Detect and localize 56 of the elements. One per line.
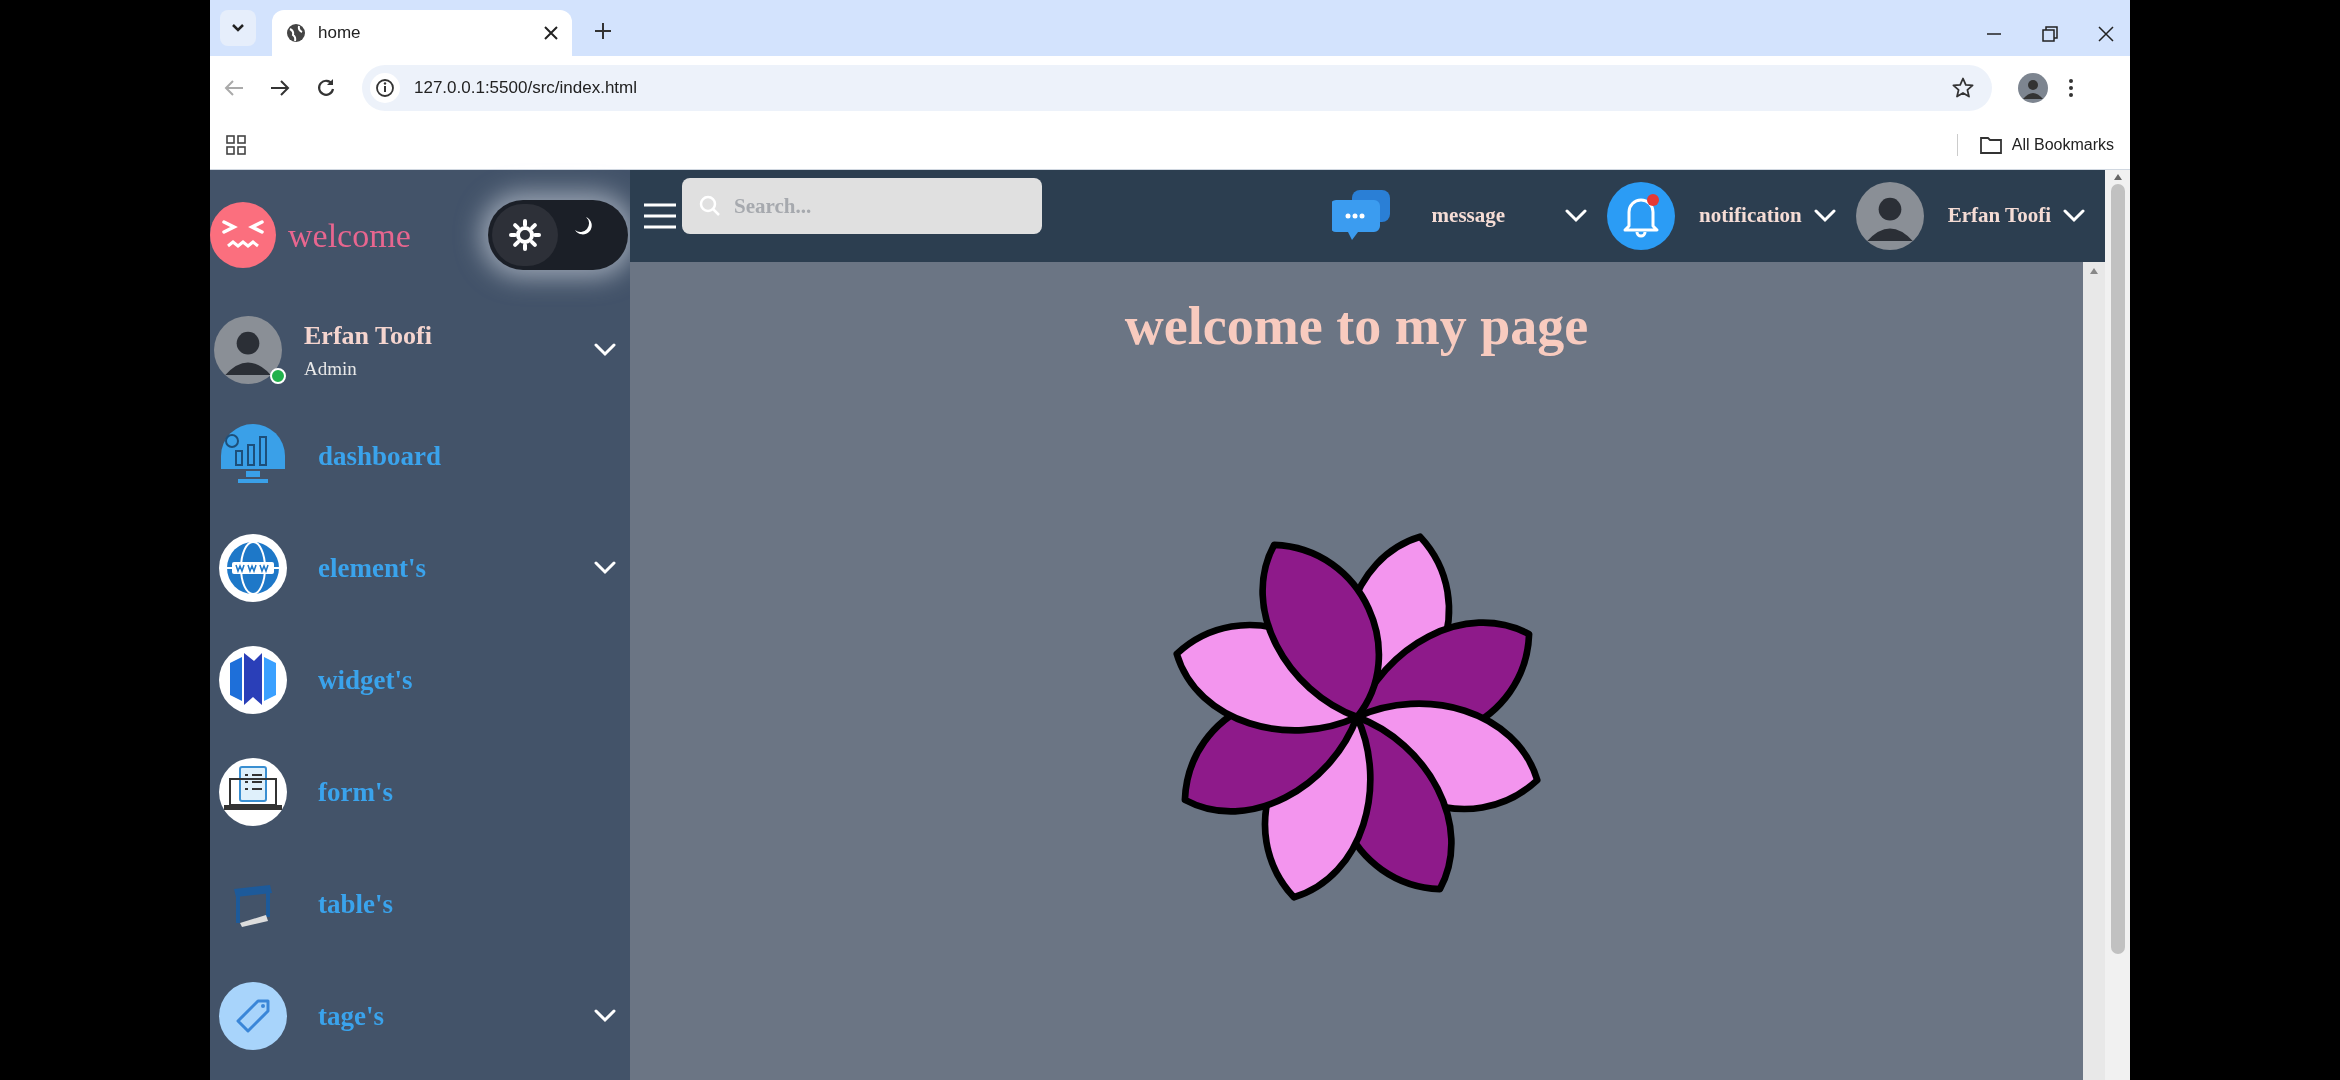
sidebar-item-label: widget's — [318, 663, 414, 697]
restore-icon[interactable] — [2042, 26, 2058, 42]
emoji-face-icon — [210, 202, 276, 268]
tab-title: home — [318, 22, 362, 45]
forward-icon[interactable] — [270, 79, 290, 97]
apps-grid-icon[interactable] — [226, 134, 246, 155]
user-role: Admin — [304, 357, 358, 382]
close-icon[interactable] — [544, 26, 558, 40]
moon-icon — [572, 215, 594, 237]
new-tab-icon[interactable] — [594, 22, 612, 40]
chevron-down-icon[interactable] — [594, 561, 616, 575]
scroll-up-icon[interactable] — [2090, 268, 2098, 274]
chevron-down-icon[interactable] — [1565, 209, 1588, 223]
chevron-down-icon — [231, 23, 245, 33]
header-menu-label[interactable]: message — [1431, 200, 1506, 232]
sidebar-item-label: table's — [318, 887, 394, 921]
tab-list-button[interactable] — [220, 10, 256, 46]
sun-icon — [507, 217, 543, 253]
checklist-laptop-icon — [218, 757, 288, 827]
chevron-down-icon[interactable] — [2063, 209, 2085, 223]
avatar-icon — [214, 316, 282, 384]
sidebar-item-label: element's — [318, 551, 427, 585]
chevron-down-icon[interactable] — [594, 343, 616, 357]
sidebar-item-label: dashboard — [318, 439, 443, 473]
user-name: Erfan Toofi — [304, 320, 433, 353]
scroll-up-icon[interactable] — [2113, 174, 2122, 180]
menu-icon[interactable] — [642, 202, 678, 230]
reload-icon[interactable] — [316, 78, 336, 98]
more-icon[interactable] — [2068, 78, 2074, 98]
close-icon[interactable] — [2098, 26, 2114, 42]
avatar-icon — [1855, 182, 1924, 250]
blocks-icon — [218, 645, 288, 715]
address-bar[interactable]: 127.0.0.1:5500/src/index.html — [362, 65, 1992, 111]
header-menu-label[interactable]: notification — [1699, 200, 1802, 232]
tag-icon — [218, 981, 288, 1051]
info-icon[interactable] — [370, 73, 400, 103]
header-menu-label[interactable]: Erfan Toofi — [1947, 200, 2051, 232]
url-text: 127.0.0.1:5500/src/index.html — [414, 77, 638, 100]
chevron-down-icon[interactable] — [1813, 209, 1836, 223]
folder-icon — [1979, 135, 2002, 154]
page-title: welcome to my page — [1124, 295, 1589, 358]
globe-icon — [218, 533, 288, 603]
chevron-down-icon[interactable] — [594, 1009, 616, 1023]
all-bookmarks-button[interactable]: All Bookmarks — [1979, 132, 2114, 157]
sidebar-item-label: tage's — [318, 999, 385, 1033]
sidebar-item-label: form's — [318, 775, 394, 809]
search-field[interactable]: Search... — [682, 178, 1042, 234]
browser-tab[interactable]: home — [272, 10, 572, 56]
profile-icon[interactable] — [2018, 73, 2048, 103]
search-icon — [698, 194, 722, 218]
star-icon[interactable] — [1952, 77, 1974, 99]
scrollbar-thumb[interactable] — [2110, 184, 2125, 954]
theme-toggle[interactable] — [488, 200, 628, 270]
brand-text: welcome — [288, 215, 411, 256]
globe-icon — [286, 23, 306, 43]
bell-icon[interactable] — [1607, 182, 1676, 250]
